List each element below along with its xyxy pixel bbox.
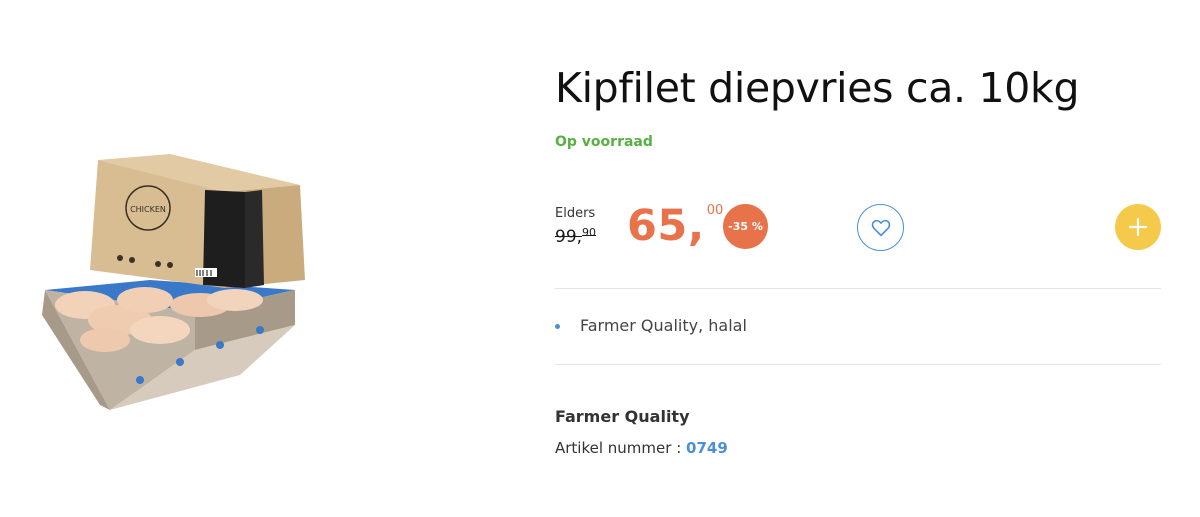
wishlist-button[interactable] — [857, 204, 904, 251]
plus-icon — [1128, 217, 1148, 237]
elsewhere-label: Elders — [555, 206, 596, 221]
stock-status: Op voorraad — [555, 134, 653, 150]
product-image: CHICKEN — [20, 140, 320, 430]
discount-badge: -35 % — [723, 204, 768, 249]
product-image-graphic: CHICKEN — [42, 154, 305, 410]
article-info: Artikel nummer : 0749 — [555, 439, 728, 457]
current-price: 65, 00 — [627, 198, 723, 254]
article-label: Artikel nummer : — [555, 439, 687, 457]
divider — [555, 288, 1161, 289]
article-number[interactable]: 0749 — [686, 439, 728, 457]
brand-name: Farmer Quality — [555, 407, 690, 426]
old-price: 99,90 — [555, 226, 597, 247]
feature-text: Farmer Quality, halal — [580, 316, 747, 335]
feature-item: Farmer Quality, halal — [555, 316, 747, 335]
old-price-block: Elders 99,90 — [555, 206, 596, 248]
price-row: Elders 99,90 65, 00 -35 % — [555, 198, 1161, 258]
product-title: Kipfilet diepvries ca. 10kg — [555, 64, 1080, 112]
bullet-icon — [555, 324, 560, 329]
old-price-main: 99, — [555, 227, 583, 247]
price-cents: 00 — [706, 203, 724, 218]
box-logo-text: CHICKEN — [130, 205, 166, 214]
old-price-cents: 90 — [582, 226, 597, 239]
price-euros: 65, — [627, 201, 705, 251]
heart-icon — [871, 219, 890, 236]
feature-list: Farmer Quality, halal — [555, 316, 747, 335]
add-to-cart-button[interactable] — [1115, 204, 1161, 250]
divider — [555, 364, 1161, 365]
product-details: Kipfilet diepvries ca. 10kg Op voorraad … — [555, 0, 1161, 517]
